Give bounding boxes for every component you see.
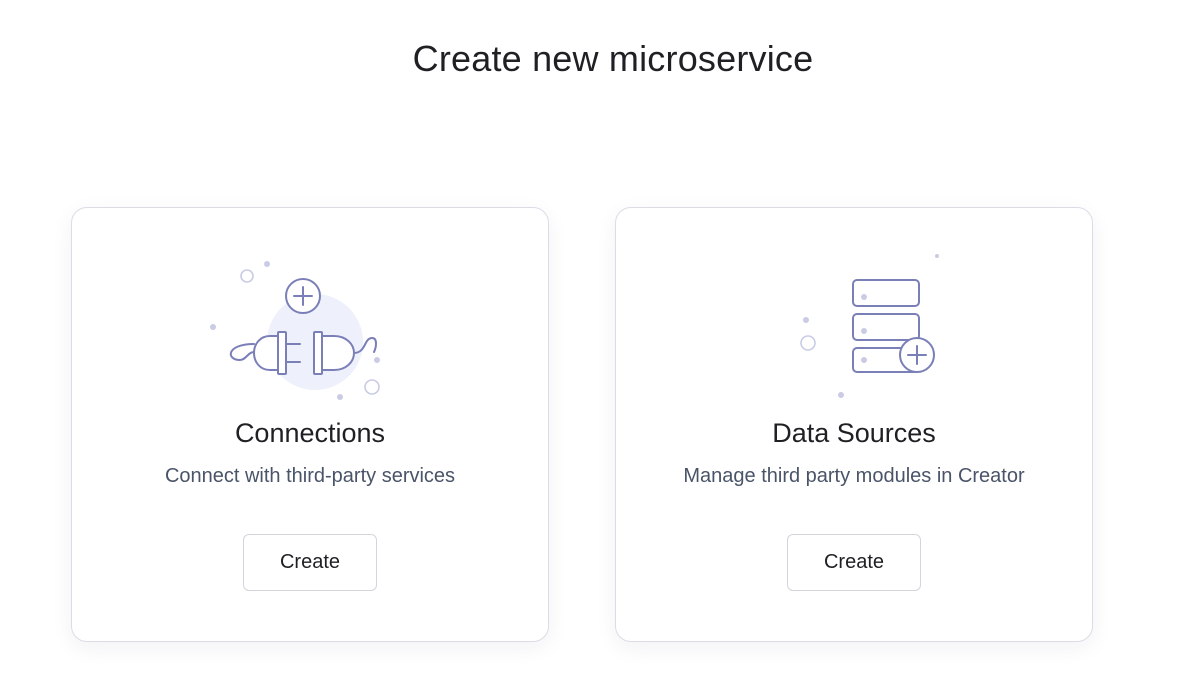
create-data-source-button[interactable]: Create: [787, 534, 921, 591]
microservice-page: Create new microservice Connections Conn…: [0, 0, 1178, 694]
page-title: Create new microservice: [412, 38, 814, 79]
card-title: Data Sources: [772, 418, 936, 448]
card-description: Manage third party modules in Creator: [683, 465, 1025, 487]
create-connection-button[interactable]: Create: [243, 534, 377, 591]
card-description: Connect with third-party services: [164, 465, 456, 487]
card-title: Connections: [234, 418, 386, 448]
database-add-icon: [616, 252, 1092, 412]
connections-card[interactable]: Connections Connect with third-party ser…: [71, 207, 549, 642]
data-sources-card[interactable]: Data Sources Manage third party modules …: [615, 207, 1093, 642]
plug-connect-icon: [72, 252, 548, 412]
